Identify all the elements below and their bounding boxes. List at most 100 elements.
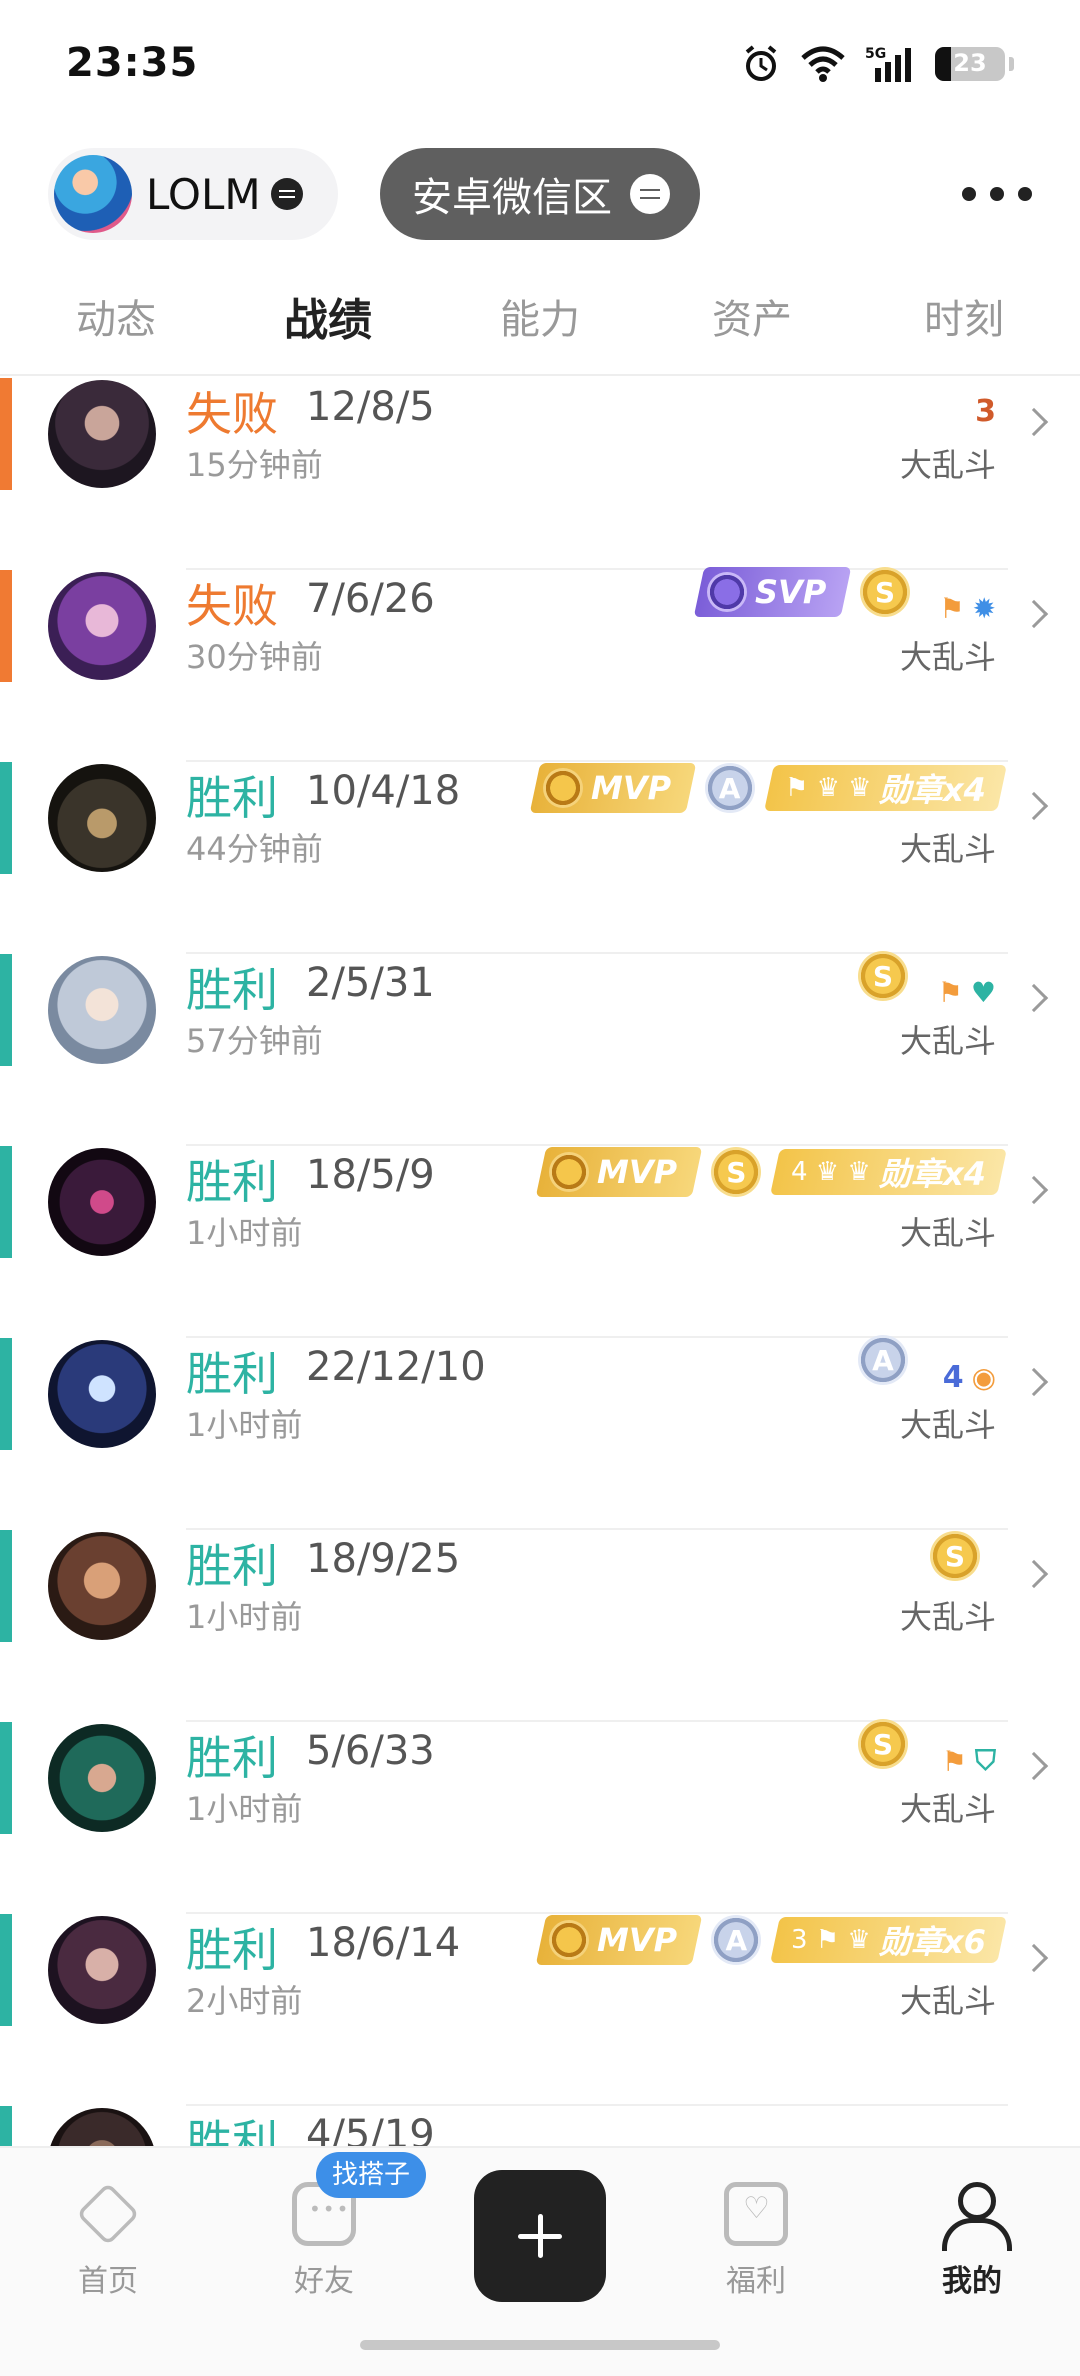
game-name: LOLM xyxy=(146,169,261,219)
tab-bar: 动态 战绩 能力 资产 时刻 xyxy=(0,258,1080,376)
medal-icons: 3 ⚑ ♛ xyxy=(791,1925,872,1955)
header: LOLM 安卓微信区 xyxy=(0,140,1080,250)
nav-mine[interactable]: 我的 xyxy=(902,2182,1042,2300)
match-mini-icons: 4 ◉ xyxy=(943,1360,996,1395)
tab-ability[interactable]: 能力 xyxy=(450,287,630,345)
home-icon xyxy=(76,2182,140,2246)
match-row[interactable]: 胜利 22/12/10 1小时前 A 4 ◉ 大乱斗 xyxy=(0,1335,1080,1530)
match-result: 胜利 xyxy=(186,771,278,825)
chevron-right-icon xyxy=(1019,1367,1049,1397)
match-mini-icons: 3 xyxy=(975,394,996,429)
create-post-button[interactable] xyxy=(474,2170,606,2302)
tab-assets[interactable]: 资产 xyxy=(662,287,842,345)
silver-coin-badge: A xyxy=(858,1335,908,1385)
user-icon xyxy=(940,2182,1012,2251)
match-result: 胜利 xyxy=(186,1923,278,1977)
match-row[interactable]: 胜利 4/5/19 xyxy=(0,2106,1080,2146)
status-time: 23:35 xyxy=(66,40,199,86)
chevron-right-icon xyxy=(1019,599,1049,629)
match-time: 2小时前 xyxy=(186,1982,303,2020)
champion-avatar xyxy=(48,764,156,872)
champion-avatar xyxy=(48,1340,156,1448)
match-kda: 7/6/26 xyxy=(306,576,435,622)
champion-avatar xyxy=(48,1148,156,1256)
gift-heart-icon xyxy=(724,2182,788,2246)
match-mode: 大乱斗 xyxy=(899,1406,996,1444)
find-partner-tag[interactable]: 找搭子 xyxy=(316,2152,427,2198)
match-mode: 大乱斗 xyxy=(899,1022,996,1060)
nav-home[interactable]: 首页 xyxy=(38,2182,178,2300)
match-mini-icons: ⚑ ✹ xyxy=(939,592,996,625)
tab-activity[interactable]: 动态 xyxy=(26,287,206,345)
match-kda: 12/8/5 xyxy=(306,384,435,430)
more-menu-button[interactable] xyxy=(962,176,1032,212)
flag-icon: ⚑ xyxy=(939,592,965,625)
chevron-right-icon xyxy=(1019,1751,1049,1781)
gold-coin-badge: S xyxy=(858,951,908,1001)
nav-friends[interactable]: 好友 xyxy=(254,2182,394,2300)
match-kda: 5/6/33 xyxy=(306,1728,435,1774)
streak-count: 3 xyxy=(975,394,996,429)
match-row[interactable]: 胜利 5/6/33 1小时前 S ⚑ ⛉ 大乱斗 xyxy=(0,1719,1080,1914)
dot-icon xyxy=(1018,187,1032,201)
swap-icon xyxy=(630,174,670,214)
result-bar xyxy=(0,954,12,1066)
wifi-icon xyxy=(801,46,845,82)
chevron-right-icon xyxy=(1019,791,1049,821)
champion-avatar xyxy=(48,380,156,488)
game-switcher[interactable]: LOLM xyxy=(48,148,338,240)
match-result: 胜利 xyxy=(186,2115,278,2146)
match-badges: MVP A 3 ⚑ ♛ 勋章x6 xyxy=(535,1912,1007,1968)
match-badges: S xyxy=(858,948,908,1004)
match-kda: 18/6/14 xyxy=(306,1920,461,1966)
nav-welfare[interactable]: 福利 xyxy=(686,2182,826,2300)
match-time: 44分钟前 xyxy=(186,830,323,868)
match-result: 胜利 xyxy=(186,1731,278,1785)
match-kda: 22/12/10 xyxy=(306,1344,486,1390)
match-mode: 大乱斗 xyxy=(899,830,996,868)
splash-icon: ✹ xyxy=(972,592,996,625)
match-row[interactable]: 胜利 2/5/31 57分钟前 S ⚑ ♥ 大乱斗 xyxy=(0,951,1080,1146)
match-mode: 大乱斗 xyxy=(899,1982,996,2020)
tab-records[interactable]: 战绩 xyxy=(238,284,418,348)
gold-coin-badge: S xyxy=(860,567,910,617)
match-row[interactable]: 胜利 18/5/9 1小时前 MVP S 4 ♛ ♛ 勋章x4 大乱斗 xyxy=(0,1146,1080,1338)
battery-level: 23 xyxy=(953,49,987,77)
chevron-right-icon xyxy=(1019,1175,1049,1205)
result-bar xyxy=(0,1530,12,1642)
match-mode: 大乱斗 xyxy=(899,1598,996,1636)
match-kda: 2/5/31 xyxy=(306,960,435,1006)
tab-moments[interactable]: 时刻 xyxy=(874,287,1054,345)
match-badges: SVP S xyxy=(693,564,910,620)
chevron-right-icon xyxy=(1019,1559,1049,1589)
match-row[interactable]: 失败 12/8/5 15分钟前 3 大乱斗 xyxy=(0,378,1080,570)
medal-icons: ⚑ ♛ ♛ xyxy=(784,773,872,803)
mvp-coin-icon xyxy=(549,1152,590,1192)
dot-icon xyxy=(990,187,1004,201)
game-avatar xyxy=(54,155,132,233)
match-time: 1小时前 xyxy=(186,1406,303,1444)
svp-coin-icon xyxy=(706,572,747,612)
match-row[interactable]: 胜利 18/6/14 2小时前 MVP A 3 ⚑ ♛ 勋章x6 大乱斗 xyxy=(0,1914,1080,2106)
match-result: 胜利 xyxy=(186,1155,278,1209)
match-row[interactable]: 失败 7/6/26 30分钟前 SVP S ⚑ ✹ 大乱斗 xyxy=(0,567,1080,762)
match-time: 15分钟前 xyxy=(186,446,323,484)
mvp-badge: MVP xyxy=(529,763,696,813)
mvp-coin-icon xyxy=(549,1920,590,1960)
server-switcher[interactable]: 安卓微信区 xyxy=(380,148,700,240)
result-bar xyxy=(0,1722,12,1834)
chevron-right-icon xyxy=(1019,407,1049,437)
match-time: 1小时前 xyxy=(186,1790,303,1828)
match-row[interactable]: 胜利 10/4/18 44分钟前 MVP A ⚑ ♛ ♛ 勋章x4 大乱斗 xyxy=(0,762,1080,954)
medal-icons: 4 ♛ ♛ xyxy=(791,1157,872,1187)
match-mini-icons: ⚑ ⛉ xyxy=(942,1744,996,1778)
result-bar xyxy=(0,1338,12,1450)
server-name: 安卓微信区 xyxy=(412,175,612,221)
match-time: 1小时前 xyxy=(186,1598,303,1636)
medal-badge: ⚑ ♛ ♛ 勋章x4 xyxy=(763,765,1007,811)
match-row[interactable]: 胜利 18/9/25 1小时前 S 大乱斗 xyxy=(0,1530,1080,1722)
home-indicator[interactable] xyxy=(360,2340,720,2350)
coins-icon: ◉ xyxy=(971,1361,996,1394)
medal-badge: 4 ♛ ♛ 勋章x4 xyxy=(770,1149,1007,1195)
result-bar xyxy=(0,1146,12,1258)
